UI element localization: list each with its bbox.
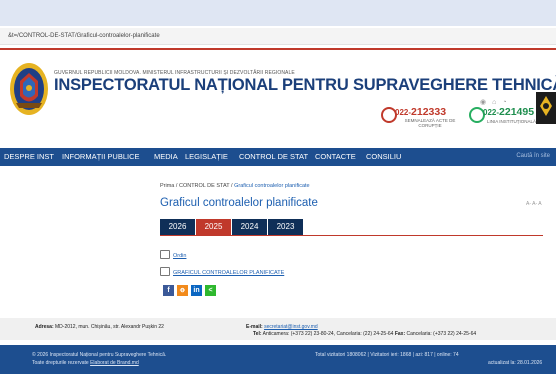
anticorruption-hotline[interactable]: 022-212333 SEMNALEAZĂ ACTE DE CORUPȚIE — [381, 105, 461, 133]
footer-bottom: © 2026 Inspectoratul Național pentru Sup… — [0, 345, 556, 374]
share-buttons: f ꝋ in < — [163, 285, 219, 296]
search-input[interactable]: Caută în site — [516, 153, 550, 159]
nav-item-informatii-publice[interactable]: INFORMAȚII PUBLICE — [62, 152, 140, 161]
developer-link[interactable]: Elaborat de Brand.md — [90, 360, 139, 366]
document-link-ordin[interactable]: Ordin — [160, 250, 186, 261]
nav-item-consiliu[interactable]: CONSILIU — [366, 152, 401, 161]
nav-item-control-de-stat[interactable]: CONTROL DE STAT — [239, 152, 308, 161]
institutional-hotline-number: 022-221495 — [483, 106, 535, 118]
document-icon — [160, 267, 170, 276]
moldova-coat-of-arms-icon[interactable] — [8, 60, 50, 118]
footer-contact: Adresa: MD-2012, mun. Chișinău, str. Ale… — [0, 318, 556, 340]
odnoklassniki-icon[interactable]: ꝋ — [177, 285, 188, 296]
breadcrumb-section[interactable]: CONTROL DE STAT — [179, 183, 230, 189]
linkedin-icon[interactable]: in — [191, 285, 202, 296]
address-text: &t=/CONTROL-DE-STAT/Graficul-controalelo… — [8, 33, 160, 39]
nav-item-legislatie[interactable]: LEGISLAȚIE — [185, 152, 228, 161]
tab-2024[interactable]: 2024 — [232, 219, 267, 235]
utility-icons: ◉ ⌂ ◔ — [480, 98, 513, 106]
page-title: Graficul controalelor planificate — [160, 197, 318, 209]
rights-reserved: Toate drepturile rezervate Elaborat de B… — [32, 360, 139, 366]
document-link-grafic[interactable]: GRAFICUL CONTROALELOR PLANIFICATE — [160, 267, 284, 278]
year-tabs: 2026 2025 2024 2023 — [160, 219, 304, 235]
footer-email: E-mail: secretariat@inst.gov.md — [246, 324, 318, 330]
breadcrumb-home[interactable]: Prima — [160, 183, 174, 189]
last-updated: actualizat la: 28.01.2026 — [488, 360, 543, 366]
breadcrumb-current: Graficul controalelor planificate — [234, 183, 310, 189]
nav-item-media[interactable]: MEDIA — [154, 152, 178, 161]
rss-icon[interactable]: ◔ — [502, 99, 506, 106]
share-icon[interactable]: < — [205, 285, 216, 296]
font-size-controls[interactable]: A- A- A — [526, 201, 542, 207]
site-title[interactable]: INSPECTORATUL NAȚIONAL PENTRU SUPRAVEGHE… — [54, 76, 556, 95]
document-icon — [160, 250, 170, 259]
nav-item-despre-inst[interactable]: DESPRE INST — [4, 152, 54, 161]
site-header: GUVERNUL REPUBLICII MOLDOVA. MINISTERUL … — [0, 50, 556, 140]
anticorruption-hotline-number: 022-212333 — [395, 106, 447, 118]
tab-2025[interactable]: 2025 — [196, 219, 231, 235]
address-bar[interactable]: &t=/CONTROL-DE-STAT/Graficul-controalelo… — [0, 28, 556, 45]
copyright: © 2026 Inspectoratul Național pentru Sup… — [32, 352, 167, 358]
browser-toolbar — [0, 0, 556, 26]
tabs-underline — [160, 235, 543, 236]
tab-2023[interactable]: 2023 — [268, 219, 303, 235]
institutional-hotline-label: LINIA INSTITUȚIONALĂ — [487, 119, 537, 124]
footer-address: Adresa: MD-2012, mun. Chișinău, str. Ale… — [35, 324, 164, 330]
email-link[interactable]: secretariat@inst.gov.md — [264, 324, 318, 330]
sitemap-icon[interactable]: ⌂ — [492, 99, 496, 106]
main-navigation: DESPRE INST INFORMAȚII PUBLICE MEDIA LEG… — [0, 148, 556, 166]
tab-2026[interactable]: 2026 — [160, 219, 195, 235]
footer-phone: Tel: Anticamera: (+373 22) 23-80-24, Can… — [253, 331, 477, 337]
facebook-icon[interactable]: f — [163, 285, 174, 296]
visitor-stats: Total vizitatori 1808062 | Vizitatori ie… — [315, 352, 459, 358]
breadcrumb: Prima / CONTROL DE STAT / Graficul contr… — [160, 183, 310, 189]
inst-emblem-icon — [536, 92, 556, 124]
accessibility-eye-icon[interactable]: ◉ — [480, 99, 486, 106]
nav-item-contacte[interactable]: CONTACTE — [315, 152, 356, 161]
anticorruption-hotline-label: SEMNALEAZĂ ACTE DE CORUPȚIE — [404, 118, 456, 128]
